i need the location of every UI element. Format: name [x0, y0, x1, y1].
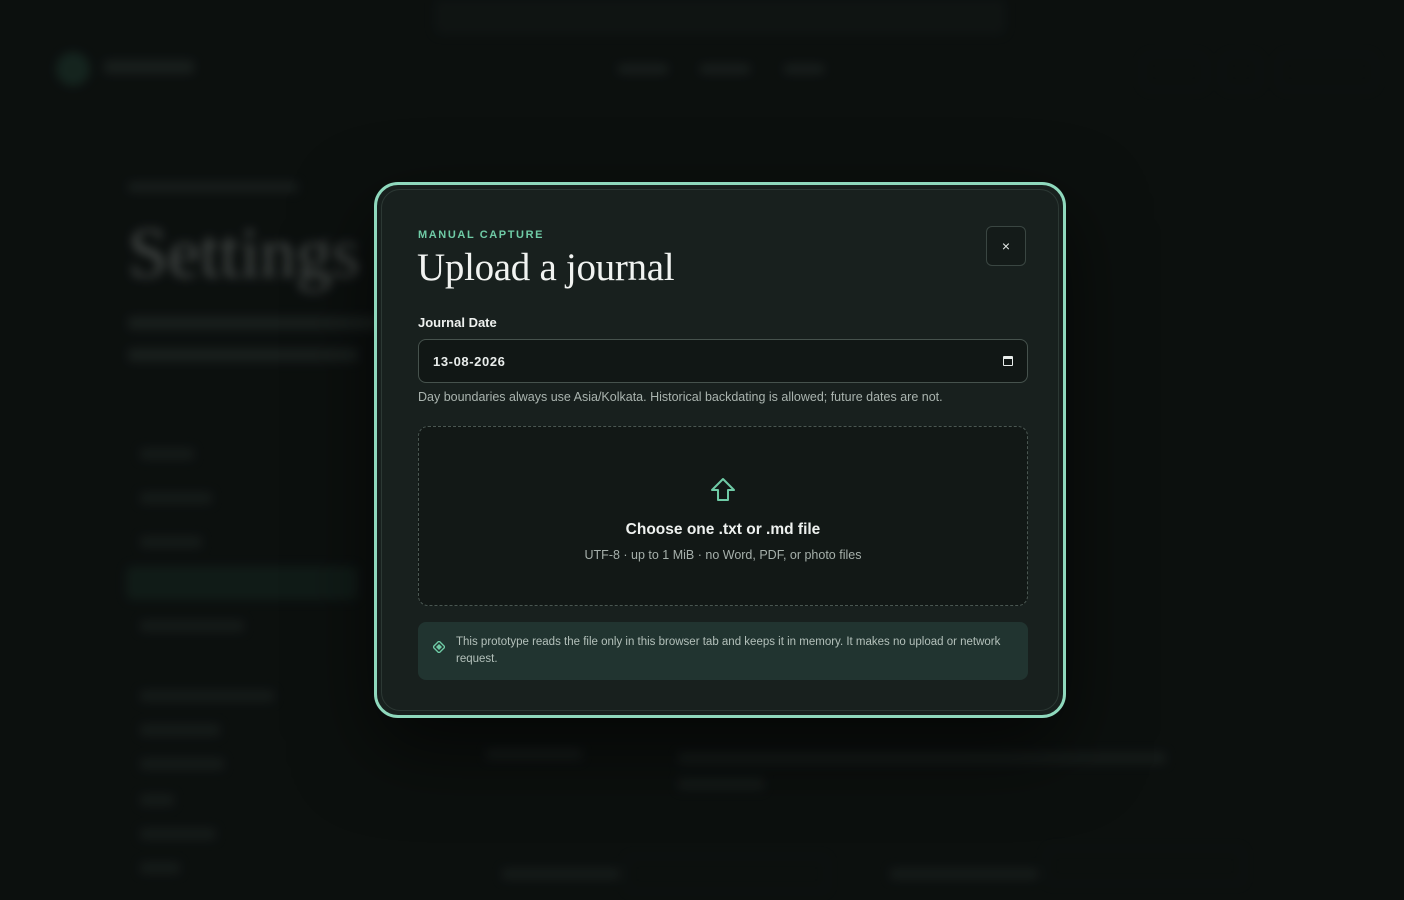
- diamond-icon: [433, 641, 445, 653]
- privacy-notice: This prototype reads the file only in th…: [418, 622, 1028, 680]
- journal-date-label: Journal Date: [418, 315, 497, 330]
- dropzone-title: Choose one .txt or .md file: [625, 521, 821, 538]
- journal-date-input[interactable]: 13-08-2026: [418, 339, 1028, 383]
- file-dropzone[interactable]: Choose one .txt or .md file UTF-8 · up t…: [418, 426, 1028, 606]
- calendar-icon[interactable]: [1003, 356, 1013, 366]
- privacy-notice-text: This prototype reads the file only in th…: [456, 636, 1001, 665]
- date-hint: Day boundaries always use Asia/Kolkata. …: [418, 390, 943, 404]
- dialog-title: Upload a journal: [417, 246, 675, 289]
- upload-arrow-icon: [711, 478, 735, 501]
- dialog-eyebrow: MANUAL CAPTURE: [418, 229, 545, 241]
- close-button[interactable]: ×: [986, 226, 1026, 266]
- upload-journal-dialog: MANUAL CAPTURE Upload a journal × Journa…: [374, 182, 1066, 718]
- journal-date-value: 13-08-2026: [433, 353, 506, 369]
- close-icon: ×: [1001, 238, 1011, 254]
- dropzone-subtitle: UTF-8 · up to 1 MiB · no Word, PDF, or p…: [584, 548, 862, 562]
